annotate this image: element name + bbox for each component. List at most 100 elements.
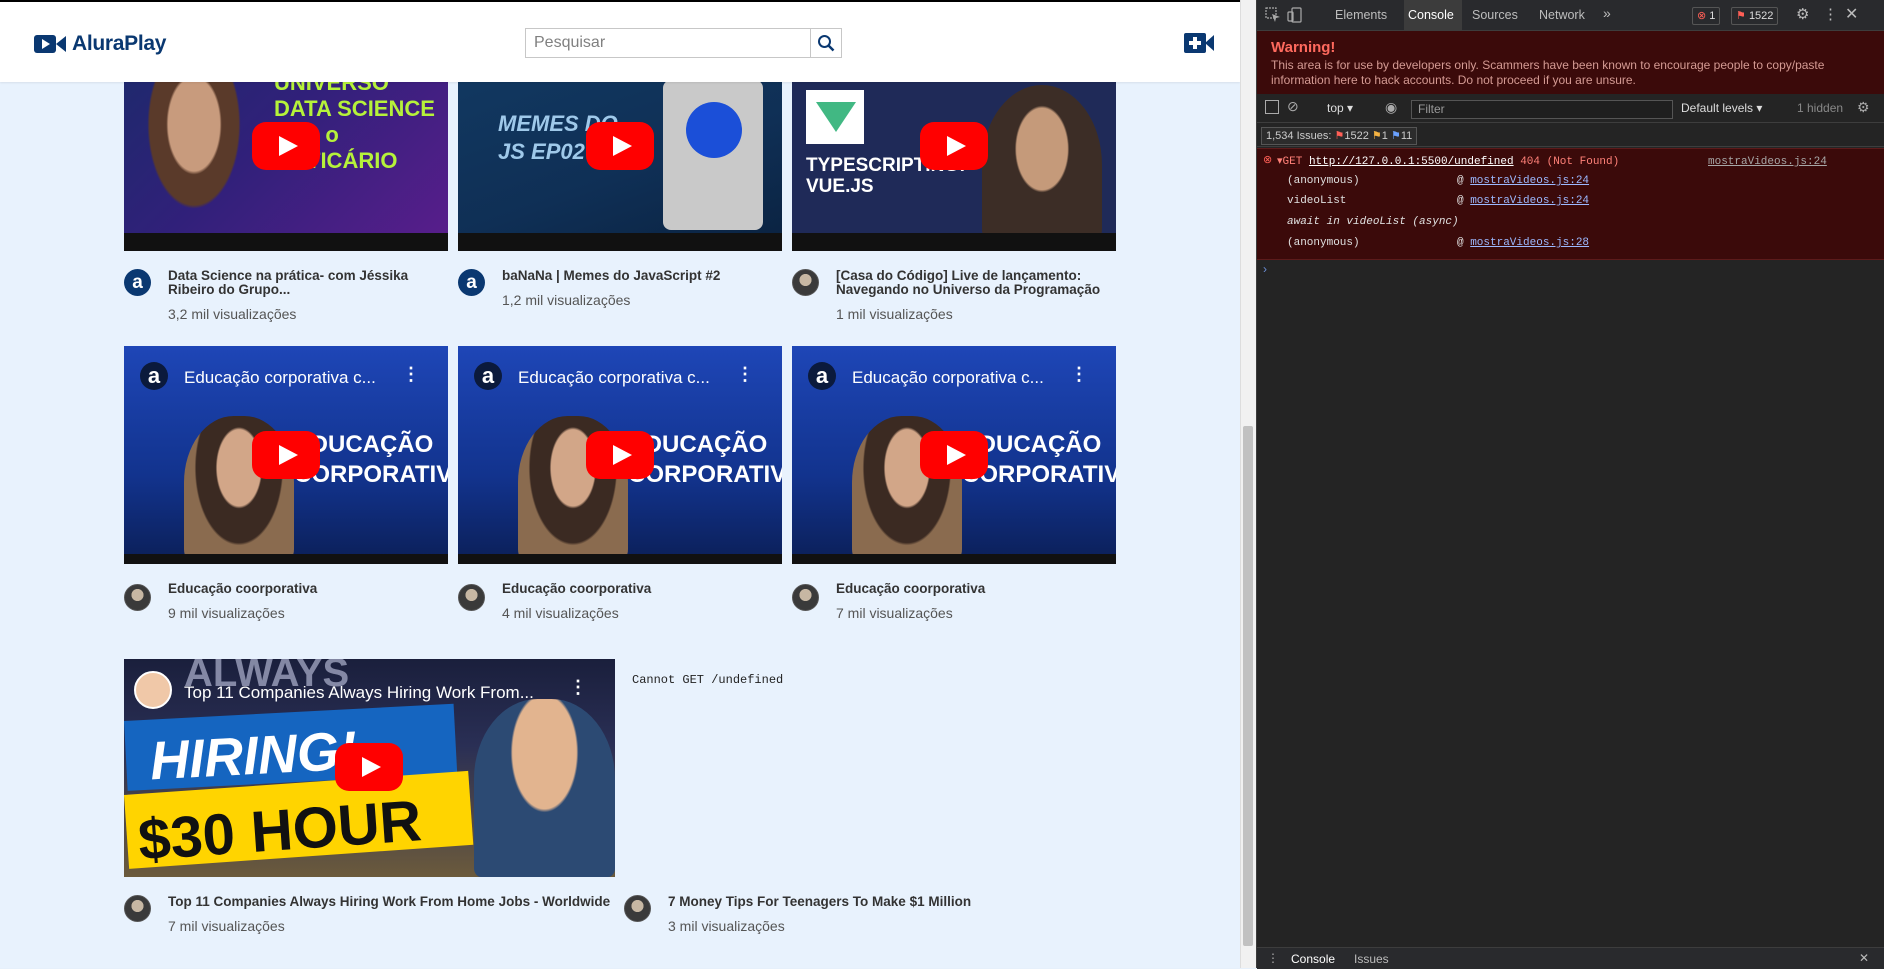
- issues-count-badge[interactable]: ⚑ 1522: [1731, 7, 1779, 25]
- more-options-icon[interactable]: ⋮: [402, 364, 420, 385]
- video-title[interactable]: 7 Money Tips For Teenagers To Make $1 Mi…: [668, 895, 1048, 909]
- more-options-icon[interactable]: ⋮: [569, 677, 587, 698]
- error-icon: ⊗: [1697, 10, 1707, 22]
- drawer-tab-console[interactable]: Console: [1291, 952, 1335, 966]
- devtools-panel: Elements Console Sources Network » ⊗ 1 ⚑…: [1257, 0, 1884, 969]
- screen: UNIVERSO DATA SCIENCE com o BOTICÁRIO a …: [0, 0, 1884, 969]
- inspect-element-icon[interactable]: [1265, 7, 1281, 23]
- video-thumbnail[interactable]: a Educação corporativa c... ⋮ EDUCAÇÃO C…: [792, 346, 1116, 564]
- channel-logo-icon: a: [808, 362, 836, 390]
- video-card[interactable]: a Educação corporativa c... ⋮ EDUCAÇÃO C…: [124, 346, 448, 626]
- scrollbar-thumb[interactable]: [1243, 426, 1253, 946]
- console-settings-icon[interactable]: ⚙: [1857, 99, 1870, 116]
- play-button[interactable]: [920, 431, 988, 479]
- error-source-link[interactable]: mostraVideos.js:24: [1708, 156, 1827, 168]
- drawer-tabbar: ⋮ Console Issues ✕: [1257, 947, 1884, 969]
- close-drawer-icon[interactable]: ✕: [1859, 951, 1869, 965]
- top-header: AluraPlay: [0, 0, 1240, 82]
- play-button[interactable]: [252, 121, 320, 170]
- aluraplay-page: UNIVERSO DATA SCIENCE com o BOTICÁRIO a …: [0, 0, 1240, 968]
- stack-frame-async: await in videoList (async): [1287, 216, 1459, 228]
- more-options-icon[interactable]: ⋮: [1823, 5, 1838, 23]
- video-views: 3 mil visualizações: [668, 918, 785, 934]
- video-card[interactable]: ALWAYS Top 11 Companies Always Hiring Wo…: [124, 659, 624, 939]
- channel-avatar[interactable]: [458, 584, 485, 611]
- device-toolbar-icon[interactable]: [1287, 7, 1303, 23]
- search-button[interactable]: [810, 28, 842, 58]
- video-thumbnail[interactable]: ALWAYS Top 11 Companies Always Hiring Wo…: [124, 659, 615, 877]
- add-video-button[interactable]: [1184, 32, 1214, 59]
- video-card[interactable]: a Educação corporativa c... ⋮ EDUCAÇÃO C…: [792, 346, 1116, 626]
- video-card[interactable]: a Educação corporativa c... ⋮ EDUCAÇÃO C…: [458, 346, 782, 626]
- logo-text: AluraPlay: [72, 32, 167, 55]
- sidebar-toggle-icon[interactable]: [1265, 100, 1279, 114]
- video-views: 7 mil visualizações: [168, 918, 285, 934]
- stack-frame-location[interactable]: @ mostraVideos.js:24: [1457, 195, 1589, 207]
- more-options-icon[interactable]: ⋮: [736, 364, 754, 385]
- console-error-entry[interactable]: ⊗ ▾GET http://127.0.0.1:5500/undefined 4…: [1257, 148, 1884, 260]
- issue-info-icon: ⚑: [1390, 130, 1401, 142]
- stack-frame-location[interactable]: @ mostraVideos.js:28: [1457, 237, 1589, 249]
- play-button[interactable]: [252, 431, 320, 479]
- video-title[interactable]: Educação coorporativa: [836, 582, 1106, 596]
- video-views: 7 mil visualizações: [836, 605, 953, 621]
- tab-elements[interactable]: Elements: [1335, 8, 1387, 22]
- video-card[interactable]: UNIVERSO DATA SCIENCE com o BOTICÁRIO a …: [124, 40, 448, 330]
- channel-avatar[interactable]: a: [124, 269, 151, 296]
- play-button[interactable]: [586, 121, 654, 170]
- close-devtools-icon[interactable]: ✕: [1845, 4, 1858, 24]
- search-icon: [818, 35, 835, 52]
- context-selector[interactable]: top ▾: [1327, 101, 1353, 115]
- channel-avatar[interactable]: [124, 584, 151, 611]
- drawer-menu-icon[interactable]: ⋮: [1267, 951, 1279, 965]
- channel-avatar[interactable]: [792, 584, 819, 611]
- video-views: 4 mil visualizações: [502, 605, 619, 621]
- issues-summary-chip[interactable]: 1,534 Issues: ⚑1522 ⚑1 ⚑11: [1261, 127, 1418, 145]
- aluraplay-logo[interactable]: AluraPlay: [34, 32, 166, 56]
- more-options-icon[interactable]: ⋮: [1070, 364, 1088, 385]
- console-prompt[interactable]: ›: [1263, 262, 1267, 276]
- play-button[interactable]: [586, 431, 654, 479]
- video-title[interactable]: Educação coorporativa: [168, 582, 438, 596]
- drawer-tab-issues[interactable]: Issues: [1354, 952, 1389, 966]
- video-views: 1,2 mil visualizações: [502, 292, 631, 308]
- live-expression-eye-icon[interactable]: ◉: [1385, 99, 1397, 116]
- settings-gear-icon[interactable]: ⚙: [1796, 5, 1809, 23]
- stack-frame: videoList: [1287, 195, 1347, 207]
- self-xss-warning: Warning! This area is for use by develop…: [1257, 31, 1884, 94]
- clear-console-icon[interactable]: ⊘: [1287, 98, 1299, 115]
- issues-bar: 1,534 Issues: ⚑1522 ⚑1 ⚑11: [1257, 124, 1884, 147]
- video-card[interactable]: 7 Money Tips For Teenagers To Make $1 Mi…: [624, 659, 1044, 939]
- video-title[interactable]: [Casa do Código] Live de lançamento: Nav…: [836, 269, 1111, 297]
- search-input[interactable]: [525, 28, 810, 58]
- error-circle-icon: ⊗: [1263, 154, 1273, 166]
- tab-network[interactable]: Network: [1539, 8, 1585, 22]
- video-card[interactable]: TYPESCRIPTING: VUE.JS [Casa do Código] L…: [792, 40, 1116, 330]
- channel-avatar[interactable]: [124, 895, 151, 922]
- video-title[interactable]: Data Science na prática- com Jéssika Rib…: [168, 269, 438, 297]
- play-button[interactable]: [920, 121, 988, 170]
- add-video-icon: [1184, 33, 1214, 53]
- log-levels-dropdown[interactable]: Default levels ▾: [1681, 101, 1762, 115]
- play-button[interactable]: [335, 743, 403, 791]
- error-count-badge[interactable]: ⊗ 1: [1692, 7, 1721, 25]
- channel-avatar[interactable]: [792, 269, 819, 296]
- video-title[interactable]: Top 11 Companies Always Hiring Work From…: [168, 895, 628, 909]
- error-request-line: ▾GET http://127.0.0.1:5500/undefined 404…: [1277, 156, 1620, 168]
- video-views: 3,2 mil visualizações: [168, 306, 297, 322]
- video-views: 1 mil visualizações: [836, 306, 953, 322]
- hidden-count: 1 hidden: [1797, 101, 1844, 115]
- video-title[interactable]: baNaNa | Memes do JavaScript #2: [502, 269, 772, 283]
- video-title[interactable]: Educação coorporativa: [502, 582, 772, 596]
- tab-sources[interactable]: Sources: [1472, 8, 1518, 22]
- video-thumbnail[interactable]: a Educação corporativa c... ⋮ EDUCAÇÃO C…: [124, 346, 448, 564]
- more-tabs-icon[interactable]: »: [1603, 5, 1611, 21]
- tab-console[interactable]: Console: [1408, 8, 1454, 22]
- channel-avatar[interactable]: a: [458, 269, 485, 296]
- console-filter-input[interactable]: Filter: [1411, 100, 1673, 119]
- video-card[interactable]: MEMES DO JS EP02 a baNaNa | Memes do Jav…: [458, 40, 782, 330]
- error-url-link[interactable]: http://127.0.0.1:5500/undefined: [1309, 156, 1514, 168]
- channel-avatar[interactable]: [624, 895, 651, 922]
- video-thumbnail[interactable]: a Educação corporativa c... ⋮ EDUCAÇÃO C…: [458, 346, 782, 564]
- stack-frame-location[interactable]: @ mostraVideos.js:24: [1457, 175, 1589, 187]
